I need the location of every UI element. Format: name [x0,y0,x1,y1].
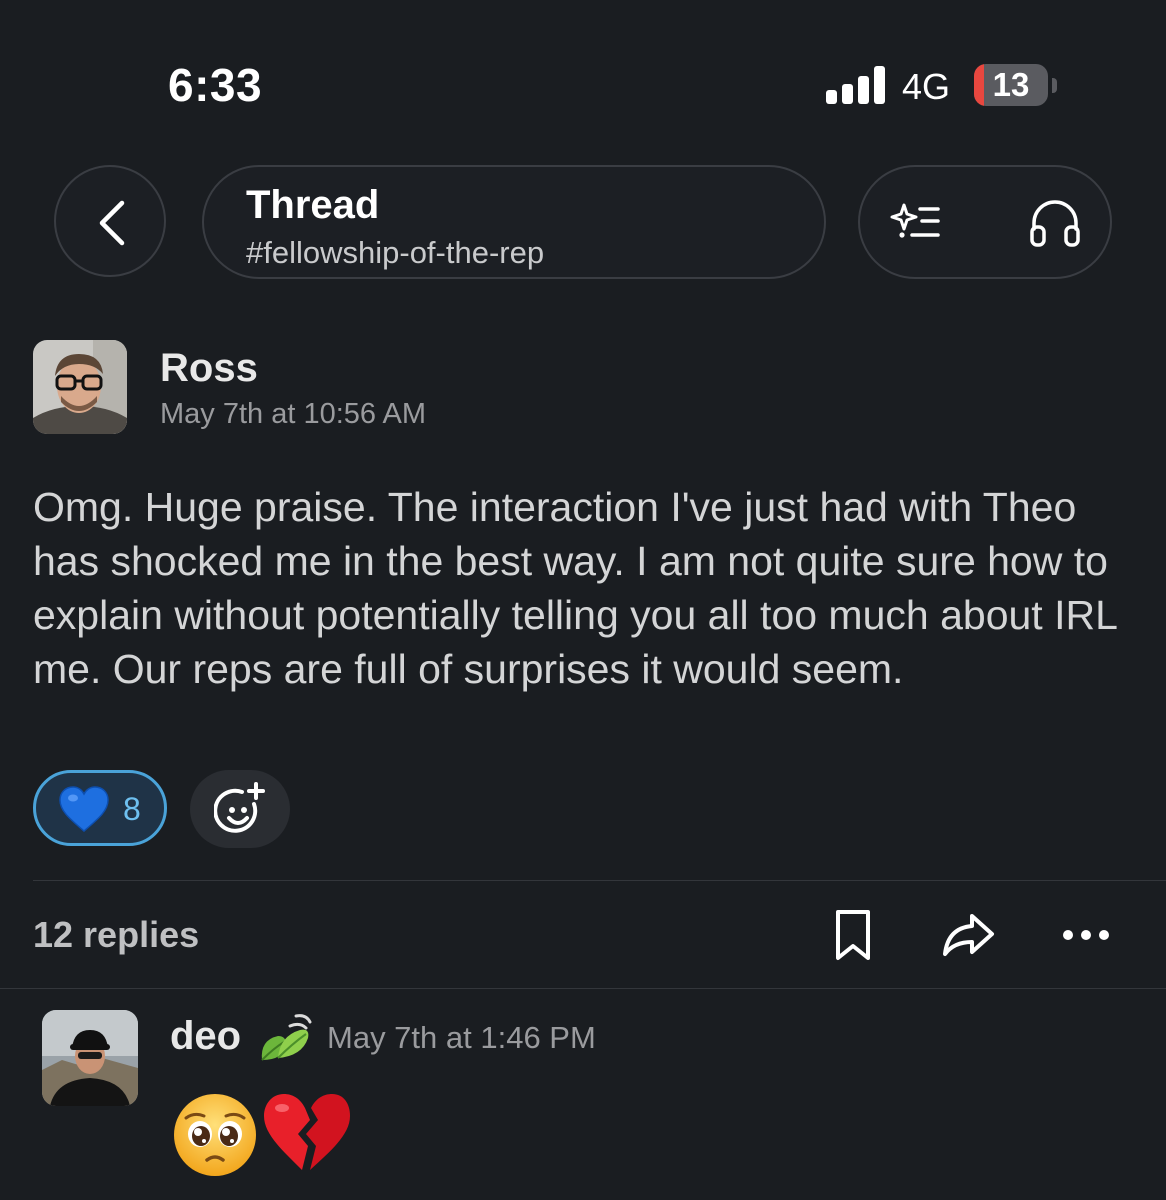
divider [0,988,1166,989]
page-title: Thread [246,183,380,227]
share-button[interactable] [940,910,998,960]
bookmark-icon [836,910,870,960]
add-reaction-button[interactable] [190,770,290,848]
huddle-button[interactable] [1028,197,1082,251]
reaction-blue-heart[interactable]: 8 [33,770,167,846]
divider [33,880,1166,881]
ai-summary-button[interactable] [890,197,944,251]
signal-icon [826,66,886,104]
avatar[interactable] [42,1010,138,1106]
avatar[interactable] [33,340,127,434]
broken-heart-emoji [262,1090,352,1176]
headphones-icon [1030,200,1080,247]
battery-nub [1052,78,1057,93]
replies-count: 12 replies [33,914,200,955]
user-photo-icon [33,340,127,434]
back-button[interactable] [54,165,166,277]
header-actions [858,165,1112,279]
sparkle-list-icon [890,203,940,238]
add-emoji-icon [214,782,265,833]
pleading-face-emoji [172,1092,258,1178]
leaves-icon [261,1014,312,1061]
bookmark-button[interactable] [830,908,876,962]
more-button[interactable] [1058,920,1114,950]
thread-title-pill[interactable]: Thread #fellowship-of-the-rep [202,165,826,279]
battery-percent: 13 [992,66,1030,103]
post-timestamp[interactable]: May 7th at 10:56 AM [160,398,426,431]
blue-heart-icon [59,786,109,832]
status-bar: 6:33 4G 13 [0,0,1166,150]
author-name[interactable]: Ross [160,346,258,391]
message-text: Omg. Huge praise. The interaction I've j… [33,484,1117,692]
channel-name: #fellowship-of-the-rep [246,235,545,270]
more-icon [1063,930,1109,940]
share-icon [943,914,994,956]
reply-timestamp[interactable]: May 7th at 1:46 PM [327,1020,596,1056]
clock: 6:33 [168,59,263,111]
battery-icon: 13 [974,64,1048,106]
user-photo-icon [42,1010,138,1106]
reply-author-name[interactable]: deo [170,1014,241,1059]
network-type: 4G [902,66,951,107]
reaction-count: 8 [123,791,141,827]
status-emoji [256,1010,314,1068]
pleading-face-icon [174,1094,256,1176]
broken-heart-icon [264,1094,350,1170]
chevron-left-icon [99,200,125,246]
